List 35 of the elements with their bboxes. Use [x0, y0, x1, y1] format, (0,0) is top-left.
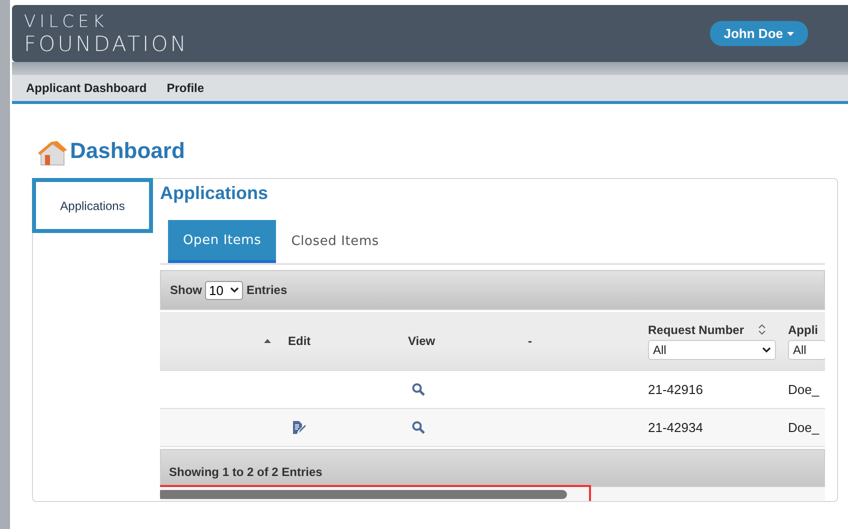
- tab[interactable]: Open Items: [168, 220, 276, 263]
- house-icon: [36, 138, 68, 168]
- user-menu-button[interactable]: John Doe: [710, 21, 808, 46]
- table-cell: Doe_: [788, 382, 820, 397]
- column-header[interactable]: Edit: [288, 334, 311, 348]
- chevron-icon: [762, 346, 771, 352]
- entries-info: Showing 1 to 2 of 2 Entries: [169, 465, 322, 479]
- logo-text: VILCEK: [24, 14, 109, 31]
- search-icon[interactable]: [412, 421, 425, 434]
- table-cell: Doe_: [788, 420, 820, 435]
- filter-select[interactable]: All: [788, 340, 825, 360]
- sort-icon[interactable]: [758, 324, 766, 335]
- table-cell: 21-42916: [648, 382, 703, 397]
- column-header[interactable]: View: [408, 334, 436, 348]
- filter-select[interactable]: All: [648, 340, 776, 360]
- page-title: Dashboard: [70, 138, 185, 164]
- nav-link[interactable]: Applicant Dashboard: [26, 81, 147, 95]
- caret-icon: [787, 32, 794, 36]
- search-icon[interactable]: [412, 383, 425, 396]
- column-header[interactable]: Appli: [788, 322, 818, 336]
- section-title: Applications: [160, 183, 270, 204]
- table-cell: 21-42934: [648, 420, 703, 435]
- entries-label: Entries: [246, 283, 288, 297]
- chevron-icon: [230, 287, 240, 293]
- column-header[interactable]: Request Number: [648, 322, 744, 336]
- nav-link[interactable]: Profile: [166, 81, 204, 95]
- sort-ascending-icon[interactable]: [264, 339, 271, 343]
- column-header[interactable]: -: [528, 334, 532, 348]
- scrollbar-thumb[interactable]: [160, 490, 567, 498]
- edit-icon[interactable]: [292, 420, 306, 434]
- logo-text: FOUNDATION: [24, 34, 188, 55]
- tab[interactable]: Closed Items: [276, 220, 394, 263]
- sidebar-item[interactable]: Applications: [32, 178, 153, 233]
- entries-select[interactable]: 10: [205, 280, 244, 300]
- show-label: Show: [170, 283, 202, 297]
